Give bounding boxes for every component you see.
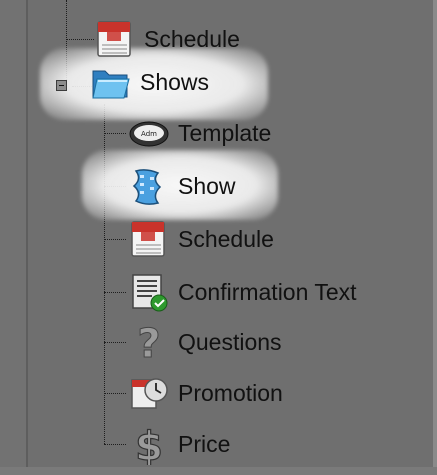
panel-bottom-border — [0, 467, 437, 475]
tree-item-promotion[interactable]: Promotion — [128, 371, 283, 415]
tree-item-label: Schedule — [178, 225, 274, 252]
tree-item-label: Shows — [140, 68, 210, 95]
svg-text:$: $ — [135, 424, 163, 465]
tree-item-price[interactable]: $ Price — [128, 422, 230, 466]
svg-text:?: ? — [137, 321, 160, 363]
tree-item-label: Promotion — [178, 379, 283, 406]
tree-line — [104, 444, 126, 445]
clock-calendar-icon — [131, 378, 168, 409]
svg-text:Adm: Adm — [141, 130, 157, 138]
panel-right-border — [433, 0, 437, 475]
tree-item-shows[interactable]: Shows — [90, 60, 209, 104]
film-icon — [132, 169, 162, 205]
tree-item-confirmation-text[interactable]: Confirmation Text — [128, 270, 357, 314]
tree-item-label: Questions — [178, 328, 282, 355]
tree-item-label: Template — [178, 119, 272, 146]
calendar-icon — [97, 21, 131, 57]
tree-line — [104, 393, 126, 394]
tree-item-label: Price — [178, 430, 231, 457]
collapse-toggle-shows[interactable] — [56, 80, 67, 91]
document-check-icon — [132, 274, 168, 312]
tree-item-show[interactable]: Show — [128, 164, 236, 208]
tree-line — [104, 133, 126, 134]
tree-item-label: Confirmation Text — [178, 278, 357, 305]
tree-line — [104, 342, 126, 343]
calendar-icon — [131, 221, 165, 257]
tree-line — [66, 39, 94, 40]
tree-item-schedule[interactable]: Schedule — [94, 17, 240, 61]
tree-line — [104, 239, 126, 240]
folder-open-icon — [92, 70, 130, 99]
tree-item-label: Schedule — [144, 25, 240, 52]
tree-line — [104, 292, 126, 293]
question-mark-icon: ? — [137, 321, 161, 363]
panel-left-border — [0, 0, 28, 475]
ticket-icon: Adm — [129, 121, 169, 147]
tree-item-questions[interactable]: ? Questions — [128, 320, 282, 364]
tree-item-schedule-child[interactable]: Schedule — [128, 217, 274, 261]
tree-item-template[interactable]: Adm Template — [128, 111, 271, 155]
tree-item-label: Show — [178, 172, 236, 199]
dollar-icon: $ — [134, 423, 163, 465]
tree-panel: Schedule Shows Adm Template Show Schedul… — [0, 0, 437, 475]
